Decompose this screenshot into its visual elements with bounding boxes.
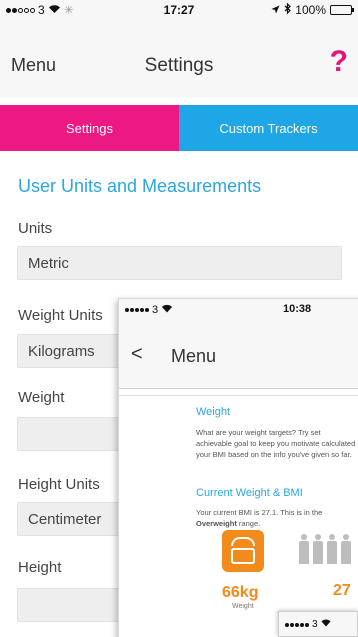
overlay-nav-bar: < Menu [119,321,358,389]
location-arrow-icon [271,3,280,17]
mini-status-bar: 3 [278,611,358,637]
overlay-bmi-text-suffix: range. [236,519,261,528]
overlay-weight-text: What are your weight targets? Try set ac… [196,428,356,459]
overlay-signal-area: 3 [125,304,173,316]
signal-dots-icon [125,308,149,312]
height-label: Height [18,559,62,576]
battery-icon [330,5,354,15]
mini-signal-area: 3 [285,619,331,630]
overlay-status-bar: 3 10:38 [119,299,358,321]
overlay-status-time: 10:38 [283,303,312,315]
battery-percent: 100% [295,3,326,17]
section-title: User Units and Measurements [18,176,262,196]
units-label: Units [18,220,53,237]
bluetooth-icon [284,2,292,17]
page-title: Settings [144,55,214,76]
height-units-label: Height Units [18,476,100,493]
wifi-icon [321,619,331,630]
overlay-bmi-category: Overweight [196,519,237,528]
overlay-weight-value: 66kg [222,584,259,601]
tab-bar: Settings Custom Trackers [0,105,358,151]
wifi-icon [161,304,173,316]
overlay-bmi-text: Your current BMI is 27.1. This is in the… [196,507,356,529]
overlay-carrier-label: 3 [152,304,159,316]
tab-custom-trackers[interactable]: Custom Trackers [179,105,358,151]
back-chevron-icon[interactable]: < [131,343,143,366]
people-icon [298,534,352,564]
signal-dots-icon [285,622,309,627]
weight-units-label: Weight Units [18,307,103,324]
overlay-menu-label[interactable]: Menu [171,346,216,367]
overlay-weight-caption: Weight [232,603,254,610]
mini-carrier-label: 3 [312,619,318,630]
help-icon[interactable]: ? [330,45,348,79]
overlay-cut-divider [119,390,358,396]
overlay-bmi-value: 27 [333,582,351,599]
overlay-weight-heading: Weight [196,406,231,418]
weight-label: Weight [18,389,65,406]
scale-icon [222,530,264,572]
status-right: 100% [271,2,354,17]
status-bar: 3 ✳ 17:27 100% [0,0,358,20]
nav-bar: Menu Settings ? [0,20,358,98]
overlay-bmi-text-prefix: Your current BMI is 27.1. This is in the [196,508,323,517]
tab-settings[interactable]: Settings [0,105,179,151]
overlay-bmi-heading: Current Weight & BMI [196,487,303,499]
units-field[interactable]: Metric [17,246,342,280]
